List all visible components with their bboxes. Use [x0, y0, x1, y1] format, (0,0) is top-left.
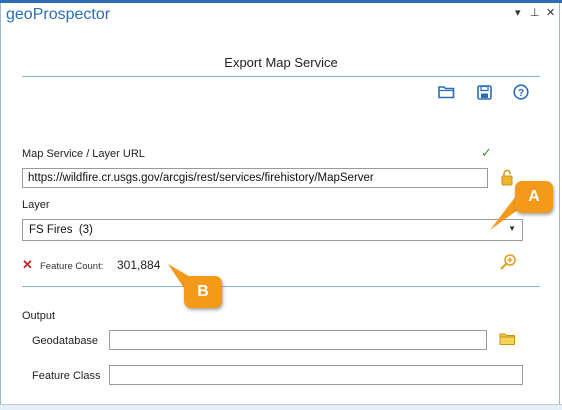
service-url-label: Map Service / Layer URL	[22, 148, 145, 160]
pin-button[interactable]: ⊥	[530, 6, 540, 19]
lock-icon	[501, 169, 513, 186]
help-icon: ?	[513, 84, 529, 100]
geodatabase-label: Geodatabase	[32, 335, 99, 347]
save-icon	[476, 84, 492, 100]
section-divider	[22, 286, 540, 287]
feature-count-value: 301,884	[117, 258, 161, 272]
panel-heading: Export Map Service	[224, 55, 338, 70]
lock-button[interactable]	[501, 169, 513, 191]
layer-select[interactable]: FS Fires (3) ▼	[22, 219, 523, 241]
callout-b: B	[184, 276, 222, 308]
pane-title: geoProspector	[6, 6, 111, 23]
feature-count-error-icon: ✕	[22, 257, 33, 272]
heading-divider	[22, 76, 540, 77]
pane-options-button[interactable]: ▾	[515, 6, 521, 19]
layer-label: Layer	[22, 199, 50, 211]
feature-class-label: Feature Class	[32, 370, 101, 382]
service-url-input[interactable]: https://wildfire.cr.usgs.gov/arcgis/rest…	[22, 168, 488, 188]
zoom-in-icon	[500, 254, 516, 270]
zoom-to-features-button[interactable]	[500, 253, 517, 275]
feature-count-label: Feature Count:	[40, 261, 104, 272]
close-button[interactable]: ✕	[546, 6, 555, 19]
browse-geodatabase-button[interactable]	[499, 332, 516, 351]
url-valid-check-icon: ✓	[481, 145, 492, 160]
pane-bottom-edge	[0, 404, 562, 410]
svg-text:?: ?	[518, 88, 524, 99]
callout-a: A	[515, 181, 553, 213]
pane-top-border	[0, 0, 562, 3]
geodatabase-input[interactable]	[109, 330, 487, 350]
feature-class-input[interactable]	[109, 365, 523, 385]
layer-select-value: FS Fires (3)	[29, 224, 93, 236]
open-folder-button[interactable]	[436, 82, 456, 102]
save-button[interactable]	[474, 82, 494, 102]
help-button[interactable]: ?	[511, 82, 531, 102]
folder-icon	[499, 333, 515, 345]
output-section-label: Output	[22, 310, 56, 322]
folder-open-icon	[437, 86, 454, 99]
